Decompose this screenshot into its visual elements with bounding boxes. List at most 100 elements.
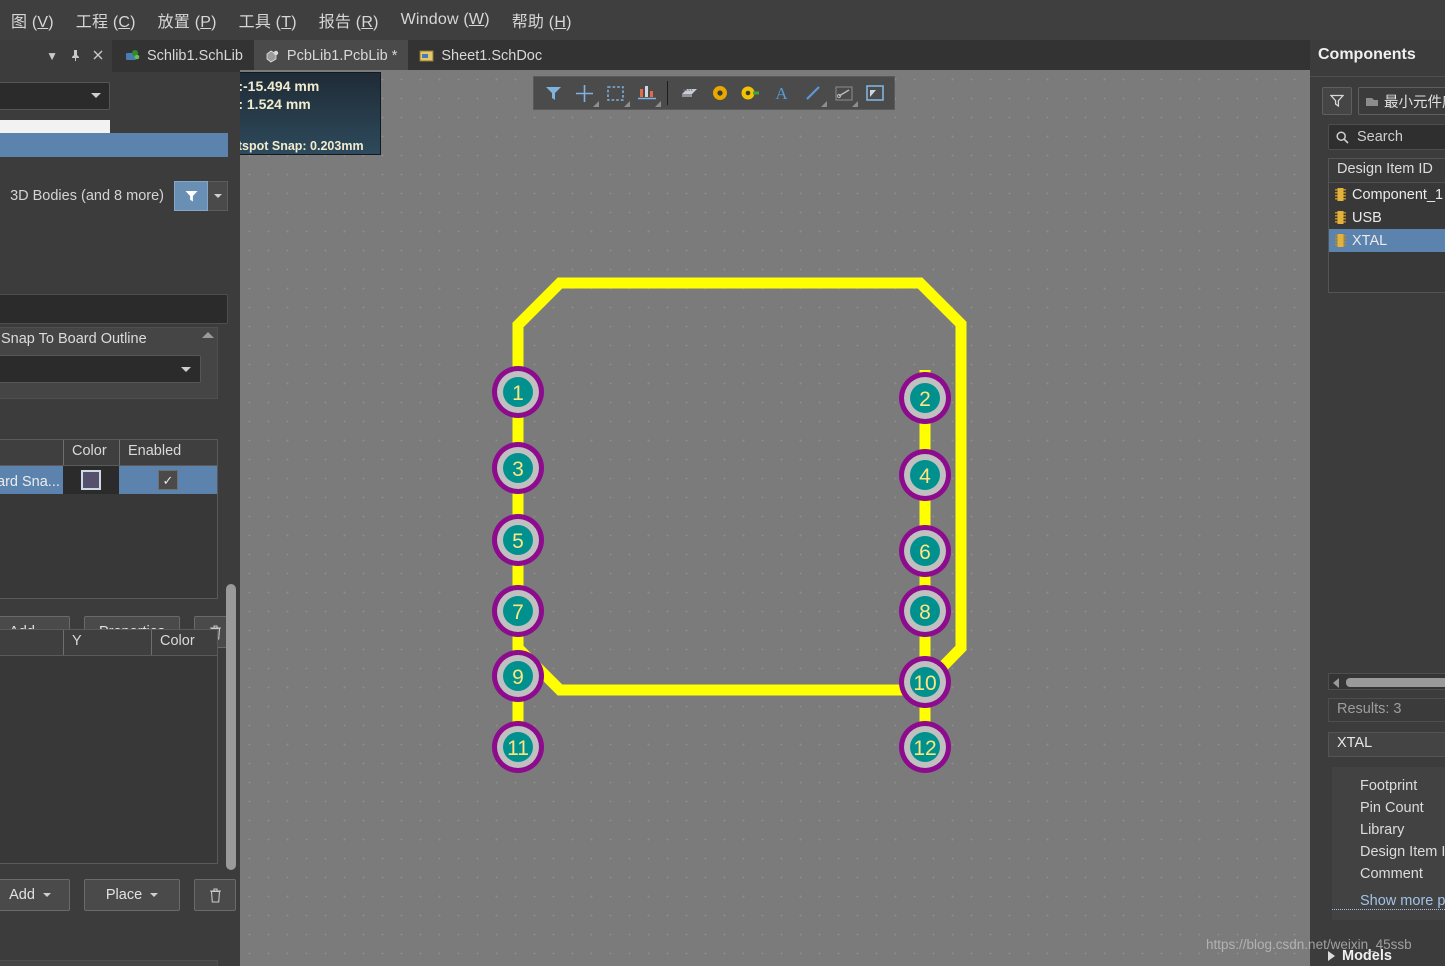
tab-schlib1[interactable]: Schlib1.SchLib — [114, 40, 254, 72]
components-list[interactable]: Design Item ID Component_1 USB XTAL — [1328, 158, 1445, 293]
library-selector[interactable]: 最小元件库 — [1358, 87, 1445, 115]
schdoc-icon — [419, 49, 434, 63]
row-enabled-cell[interactable]: ✓ — [119, 466, 217, 494]
selection-highlight-bar — [0, 133, 228, 157]
color-swatch[interactable] — [81, 470, 101, 490]
via-icon[interactable] — [704, 78, 735, 108]
dimension-icon[interactable] — [828, 78, 859, 108]
list-item[interactable]: Component_1 — [1329, 183, 1445, 206]
panel-close-icon[interactable] — [93, 50, 103, 62]
pad-12: 12 — [899, 721, 951, 773]
list-item-label: Component_1 — [1352, 186, 1444, 203]
add-guide-button[interactable]: Add — [0, 879, 70, 911]
pad-10: 10 — [899, 656, 951, 708]
menu-item-window[interactable]: Window (W) — [390, 8, 501, 32]
chevron-down-icon — [91, 93, 101, 98]
table-header-color: Color — [151, 630, 217, 655]
row-color-cell[interactable] — [63, 466, 119, 494]
text-icon[interactable]: A — [766, 78, 797, 108]
list-item[interactable]: USB — [1329, 206, 1445, 229]
list-item-label: USB — [1352, 209, 1382, 226]
show-more-parameters-link[interactable]: Show more parameters — [1332, 893, 1445, 910]
panel-dropdown-icon[interactable]: ▼ — [46, 50, 58, 62]
filter-tool-icon[interactable] — [538, 78, 569, 108]
pad-2: 2 — [899, 372, 951, 424]
panel-vertical-scrollbar[interactable] — [224, 332, 238, 966]
chevron-down-icon — [150, 893, 159, 897]
svg-text:10: 10 — [913, 672, 936, 695]
results-count: Results: 3 — [1328, 698, 1445, 722]
components-filter-button[interactable] — [1322, 87, 1352, 115]
pad-9: 9 — [492, 650, 544, 702]
svg-text:6: 6 — [919, 541, 931, 564]
pad-4: 4 — [899, 449, 951, 501]
menu-item-project[interactable]: 工程 (C) — [65, 5, 147, 35]
grid-size-dropdown[interactable]: 03mm — [0, 355, 201, 383]
row-name: ard Sna... — [0, 474, 60, 490]
table-header-y: Y — [63, 630, 151, 655]
menu-item-help[interactable]: 帮助 (H) — [501, 5, 583, 35]
tab-label: PcbLib1.PcbLib * — [286, 48, 398, 64]
watermark-text: https://blog.csdn.net/weixin_45ssb — [1206, 937, 1412, 952]
divider — [1310, 76, 1445, 77]
pcblib-icon — [265, 49, 280, 63]
pad-1: 1 — [492, 366, 544, 418]
chevron-down-icon — [42, 893, 51, 897]
tab-sheet1[interactable]: Sheet1.SchDoc — [408, 40, 553, 72]
object-filter-row: 3D Bodies (and 8 more) — [0, 178, 228, 214]
svg-text:A: A — [775, 85, 788, 101]
pad-icon[interactable] — [735, 78, 766, 108]
search-placeholder: Search — [1357, 129, 1403, 145]
library-icon — [1366, 97, 1378, 106]
scrollbar-thumb[interactable] — [226, 584, 236, 870]
pad-3: 3 — [492, 442, 544, 494]
components-panel: Components 最小元件库 Search Design Item ID C… — [1310, 40, 1445, 966]
table-header-row: Color Enabled — [0, 440, 217, 466]
pad-11: 11 — [492, 721, 544, 773]
table-header-name — [0, 440, 63, 465]
pcb-editor-canvas[interactable]: 1 3 5 7 9 11 2 4 6 8 10 12 — [240, 70, 1310, 966]
search-input[interactable]: Search — [1328, 124, 1445, 150]
component-body-icon[interactable] — [673, 78, 704, 108]
table-header-row: Y Color — [0, 630, 217, 656]
svg-text:9: 9 — [512, 666, 524, 689]
menu-item-view[interactable]: 图 (V) — [0, 5, 65, 35]
scroll-left-icon[interactable] — [1333, 678, 1339, 688]
snap-options-group: Snap To Board Outline 03mm — [0, 327, 218, 399]
scrollbar-thumb[interactable] — [1346, 678, 1445, 687]
measure-icon[interactable] — [631, 78, 662, 108]
crosshair-place-icon[interactable] — [569, 78, 600, 108]
object-filter-dropdown[interactable] — [208, 181, 228, 211]
menu-item-place[interactable]: 放置 (P) — [147, 5, 228, 35]
pcb-toolbar: A — [533, 76, 895, 110]
line-icon[interactable] — [797, 78, 828, 108]
table-header-x — [0, 630, 63, 655]
footprint-graphics: 1 3 5 7 9 11 2 4 6 8 10 12 — [492, 277, 967, 773]
svg-text:5: 5 — [512, 530, 524, 553]
schlib-icon — [125, 49, 140, 63]
tab-pcblib1[interactable]: PcbLib1.PcbLib * — [253, 40, 409, 72]
list-horizontal-scrollbar[interactable] — [1328, 673, 1445, 690]
place-button-label: Place — [105, 887, 143, 903]
component-icon — [1335, 188, 1346, 201]
properties-panel: 3D Bodies (and 8 more) Snap To Board Out… — [0, 72, 240, 966]
menu-item-tools[interactable]: 工具 (T) — [228, 5, 308, 35]
polygon-icon[interactable] — [859, 78, 890, 108]
panel-pin-icon[interactable] — [70, 49, 81, 64]
guides-buttons: Add Place — [0, 879, 236, 911]
pad-7: 7 — [492, 585, 544, 637]
layer-set-dropdown[interactable] — [0, 82, 110, 110]
enabled-checkbox[interactable]: ✓ — [158, 470, 178, 490]
menu-item-reports[interactable]: 报告 (R) — [308, 5, 390, 35]
panel-scroll-up-icon[interactable] — [202, 332, 214, 338]
add-guide-label: Add — [9, 887, 35, 903]
object-filter-button[interactable] — [174, 181, 208, 211]
select-area-icon[interactable] — [600, 78, 631, 108]
table-row[interactable]: ard Sna... ✓ — [0, 466, 217, 494]
chevron-right-icon — [1328, 951, 1335, 961]
table-header-enabled: Enabled — [119, 440, 217, 465]
panel-search-field[interactable] — [0, 294, 228, 324]
trash-icon — [209, 887, 221, 903]
place-button[interactable]: Place — [84, 879, 180, 911]
list-item-selected[interactable]: XTAL — [1329, 229, 1445, 252]
